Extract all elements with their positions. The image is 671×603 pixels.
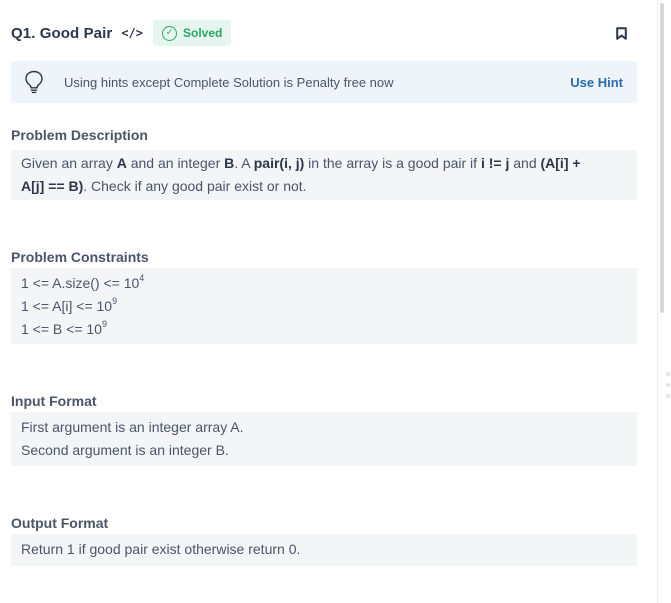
input-format-line: Second argument is an integer B. [21, 442, 229, 458]
constraint-line: 1 <= A[i] <= 109 [21, 296, 118, 314]
input-format-title: Input Format [11, 393, 97, 409]
description-title: Problem Description [11, 127, 148, 143]
bookmark-icon[interactable] [616, 27, 627, 40]
input-format-line: First argument is an integer array A. [21, 419, 244, 435]
output-format-box: Return 1 if good pair exist otherwise re… [11, 534, 637, 566]
use-hint-button[interactable]: Use Hint [570, 75, 623, 90]
output-format-title: Output Format [11, 515, 109, 531]
resize-handle-icon[interactable] [665, 372, 671, 398]
solved-badge: ✓ Solved [153, 20, 232, 46]
hint-text: Using hints except Complete Solution is … [64, 74, 394, 90]
solved-label: Solved [183, 26, 223, 40]
constraint-line: 1 <= B <= 109 [21, 319, 107, 337]
scrollbar-thumb[interactable] [660, 3, 664, 313]
constraints-title: Problem Constraints [11, 249, 149, 265]
hint-banner: Using hints except Complete Solution is … [11, 61, 637, 103]
constraint-line: 1 <= A.size() <= 104 [21, 273, 145, 291]
code-icon[interactable]: </> [121, 26, 143, 40]
description-line-2: A[j] == B). Check if any good pair exist… [21, 178, 307, 194]
problem-header: Q1. Good Pair </> ✓ Solved [11, 20, 637, 46]
constraints-box: 1 <= A.size() <= 104 1 <= A[i] <= 109 1 … [11, 268, 637, 344]
lightbulb-icon [25, 70, 43, 94]
check-circle-icon: ✓ [162, 25, 178, 41]
vertical-scrollbar[interactable] [657, 0, 671, 603]
problem-title: Q1. Good Pair [11, 24, 113, 42]
output-format-line: Return 1 if good pair exist otherwise re… [21, 541, 301, 557]
input-format-box: First argument is an integer array A. Se… [11, 412, 637, 466]
description-box: Given an array A and an integer B. A pai… [11, 150, 637, 200]
description-line-1: Given an array A and an integer B. A pai… [21, 155, 581, 171]
problem-panel: Q1. Good Pair </> ✓ Solved Using hints e… [0, 0, 657, 603]
